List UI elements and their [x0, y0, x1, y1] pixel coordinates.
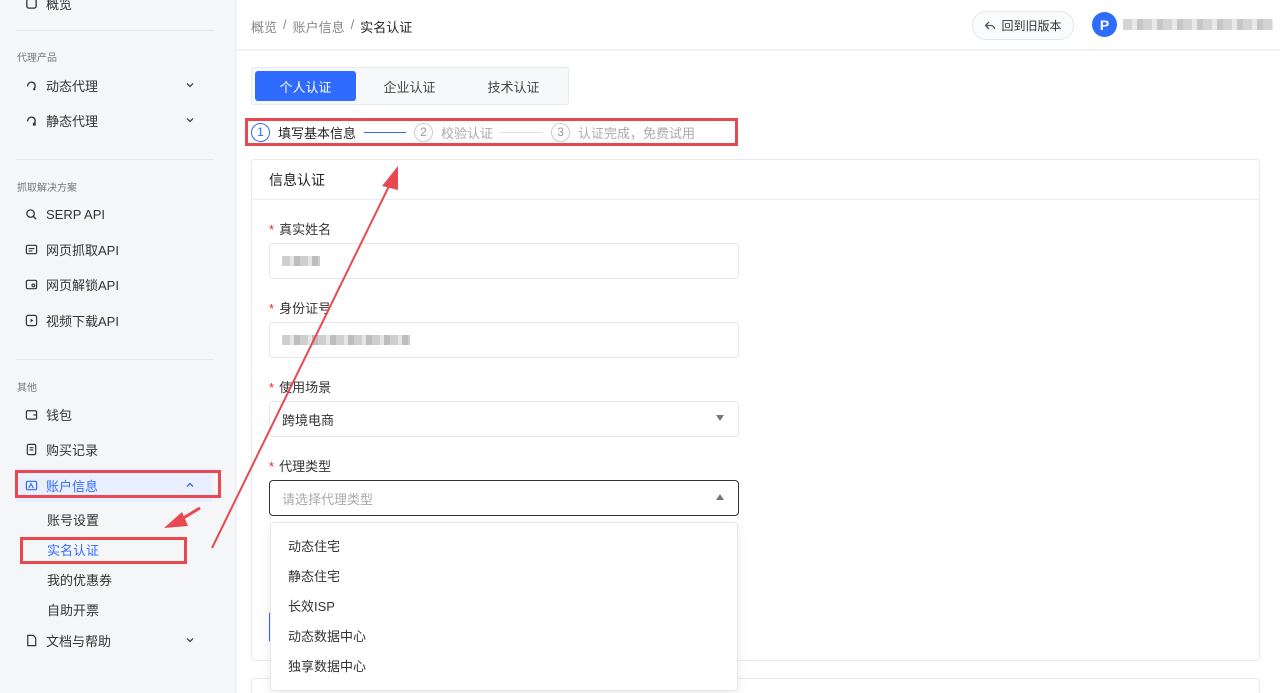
section-title-other: 其他 — [17, 383, 37, 394]
receipt-icon — [24, 442, 38, 456]
sidebar: 概览 代理产品 动态代理 静态代理 抓取解决方案 SERP API 网页抓取AP… — [0, 0, 236, 693]
real-name-input[interactable] — [269, 243, 739, 279]
breadcrumb: 概览 / 账户信息 / 实名认证 — [251, 17, 412, 36]
video-icon — [24, 313, 38, 327]
sidebar-subitem-invoicing[interactable]: 自助开票 — [47, 600, 99, 619]
wallet-icon — [24, 407, 38, 421]
sidebar-subitem-account-settings[interactable]: 账号设置 — [47, 510, 99, 529]
scenario-label: * 使用场景 — [269, 380, 332, 395]
caret-up-icon — [716, 494, 724, 500]
id-number-label: * 身份证号 — [269, 301, 332, 316]
annotation-box-steps — [245, 118, 738, 146]
sidebar-item-overview[interactable]: 概览 — [16, 0, 212, 20]
chevron-down-icon — [186, 83, 194, 88]
proxy-type-select[interactable]: 请选择代理类型 — [269, 480, 739, 516]
divider — [16, 30, 214, 31]
sidebar-item-docs-help[interactable]: 文档与帮助 — [16, 623, 212, 657]
caret-down-icon — [716, 415, 724, 421]
dynamic-proxy-icon — [24, 78, 38, 92]
option-dedicated-datacenter[interactable]: 独享数据中心 — [271, 650, 737, 680]
proxy-type-dropdown: 动态住宅 静态住宅 长效ISP 动态数据中心 独享数据中心 — [270, 522, 738, 691]
breadcrumb-current: 实名认证 — [360, 20, 413, 35]
breadcrumb-separator: / — [283, 17, 287, 32]
chevron-down-icon — [186, 118, 194, 123]
sidebar-item-video-download-api[interactable]: 视频下载API — [16, 303, 212, 337]
breadcrumb-separator: / — [350, 17, 355, 32]
sidebar-item-wallet[interactable]: 钱包 — [16, 397, 212, 431]
id-number-input[interactable] — [269, 322, 739, 358]
breadcrumb-account-info[interactable]: 账户信息 — [293, 17, 345, 36]
annotation-box-account-info — [15, 470, 221, 498]
sidebar-subitem-coupons[interactable]: 我的优惠券 — [47, 570, 112, 589]
option-dynamic-residential[interactable]: 动态住宅 — [271, 530, 737, 560]
tab-personal-auth[interactable]: 个人认证 — [255, 71, 356, 101]
avatar[interactable]: P — [1092, 12, 1117, 37]
divider — [16, 359, 214, 360]
divider — [16, 159, 214, 160]
card-title: 信息认证 — [252, 160, 1259, 200]
proxy-type-label: * 代理类型 — [269, 459, 332, 474]
unlock-icon — [24, 277, 38, 291]
username-redacted — [1123, 19, 1273, 30]
section-title-scraping: 抓取解决方案 — [17, 183, 77, 194]
redacted-value — [282, 335, 410, 345]
breadcrumb-overview[interactable]: 概览 — [251, 17, 277, 36]
sidebar-item-purchase-records[interactable]: 购买记录 — [16, 432, 212, 466]
sidebar-item-dynamic-proxy[interactable]: 动态代理 — [16, 68, 212, 102]
auth-type-tabs: 个人认证 企业认证 技术认证 — [251, 67, 569, 105]
name-label: * 真实姓名 — [269, 222, 332, 237]
section-title-proxy: 代理产品 — [17, 53, 57, 64]
tab-enterprise-auth[interactable]: 企业认证 — [359, 71, 460, 101]
sidebar-item-web-unlock-api[interactable]: 网页解锁API — [16, 267, 212, 301]
return-arrow-icon — [985, 21, 996, 29]
usage-scenario-select[interactable]: 跨境电商 — [269, 401, 739, 437]
sidebar-item-web-scraping-api[interactable]: 网页抓取API — [16, 232, 212, 266]
web-page-icon — [24, 242, 38, 256]
sidebar-item-serp-api[interactable]: SERP API — [16, 197, 212, 231]
option-static-residential[interactable]: 静态住宅 — [271, 560, 737, 590]
annotation-box-real-name — [20, 537, 187, 564]
document-icon — [24, 633, 38, 647]
dashboard-icon — [24, 0, 38, 10]
static-proxy-icon — [24, 113, 38, 127]
search-icon — [24, 207, 38, 221]
sidebar-item-static-proxy[interactable]: 静态代理 — [16, 103, 212, 137]
redacted-value — [282, 256, 320, 266]
option-dynamic-datacenter[interactable]: 动态数据中心 — [271, 620, 737, 650]
option-long-term-isp[interactable]: 长效ISP — [271, 590, 737, 620]
back-to-old-version-button[interactable]: 回到旧版本 — [972, 11, 1074, 40]
top-bar: 概览 / 账户信息 / 实名认证 回到旧版本 P — [237, 0, 1280, 50]
chevron-down-icon — [186, 638, 194, 643]
tab-technical-auth[interactable]: 技术认证 — [463, 71, 564, 101]
